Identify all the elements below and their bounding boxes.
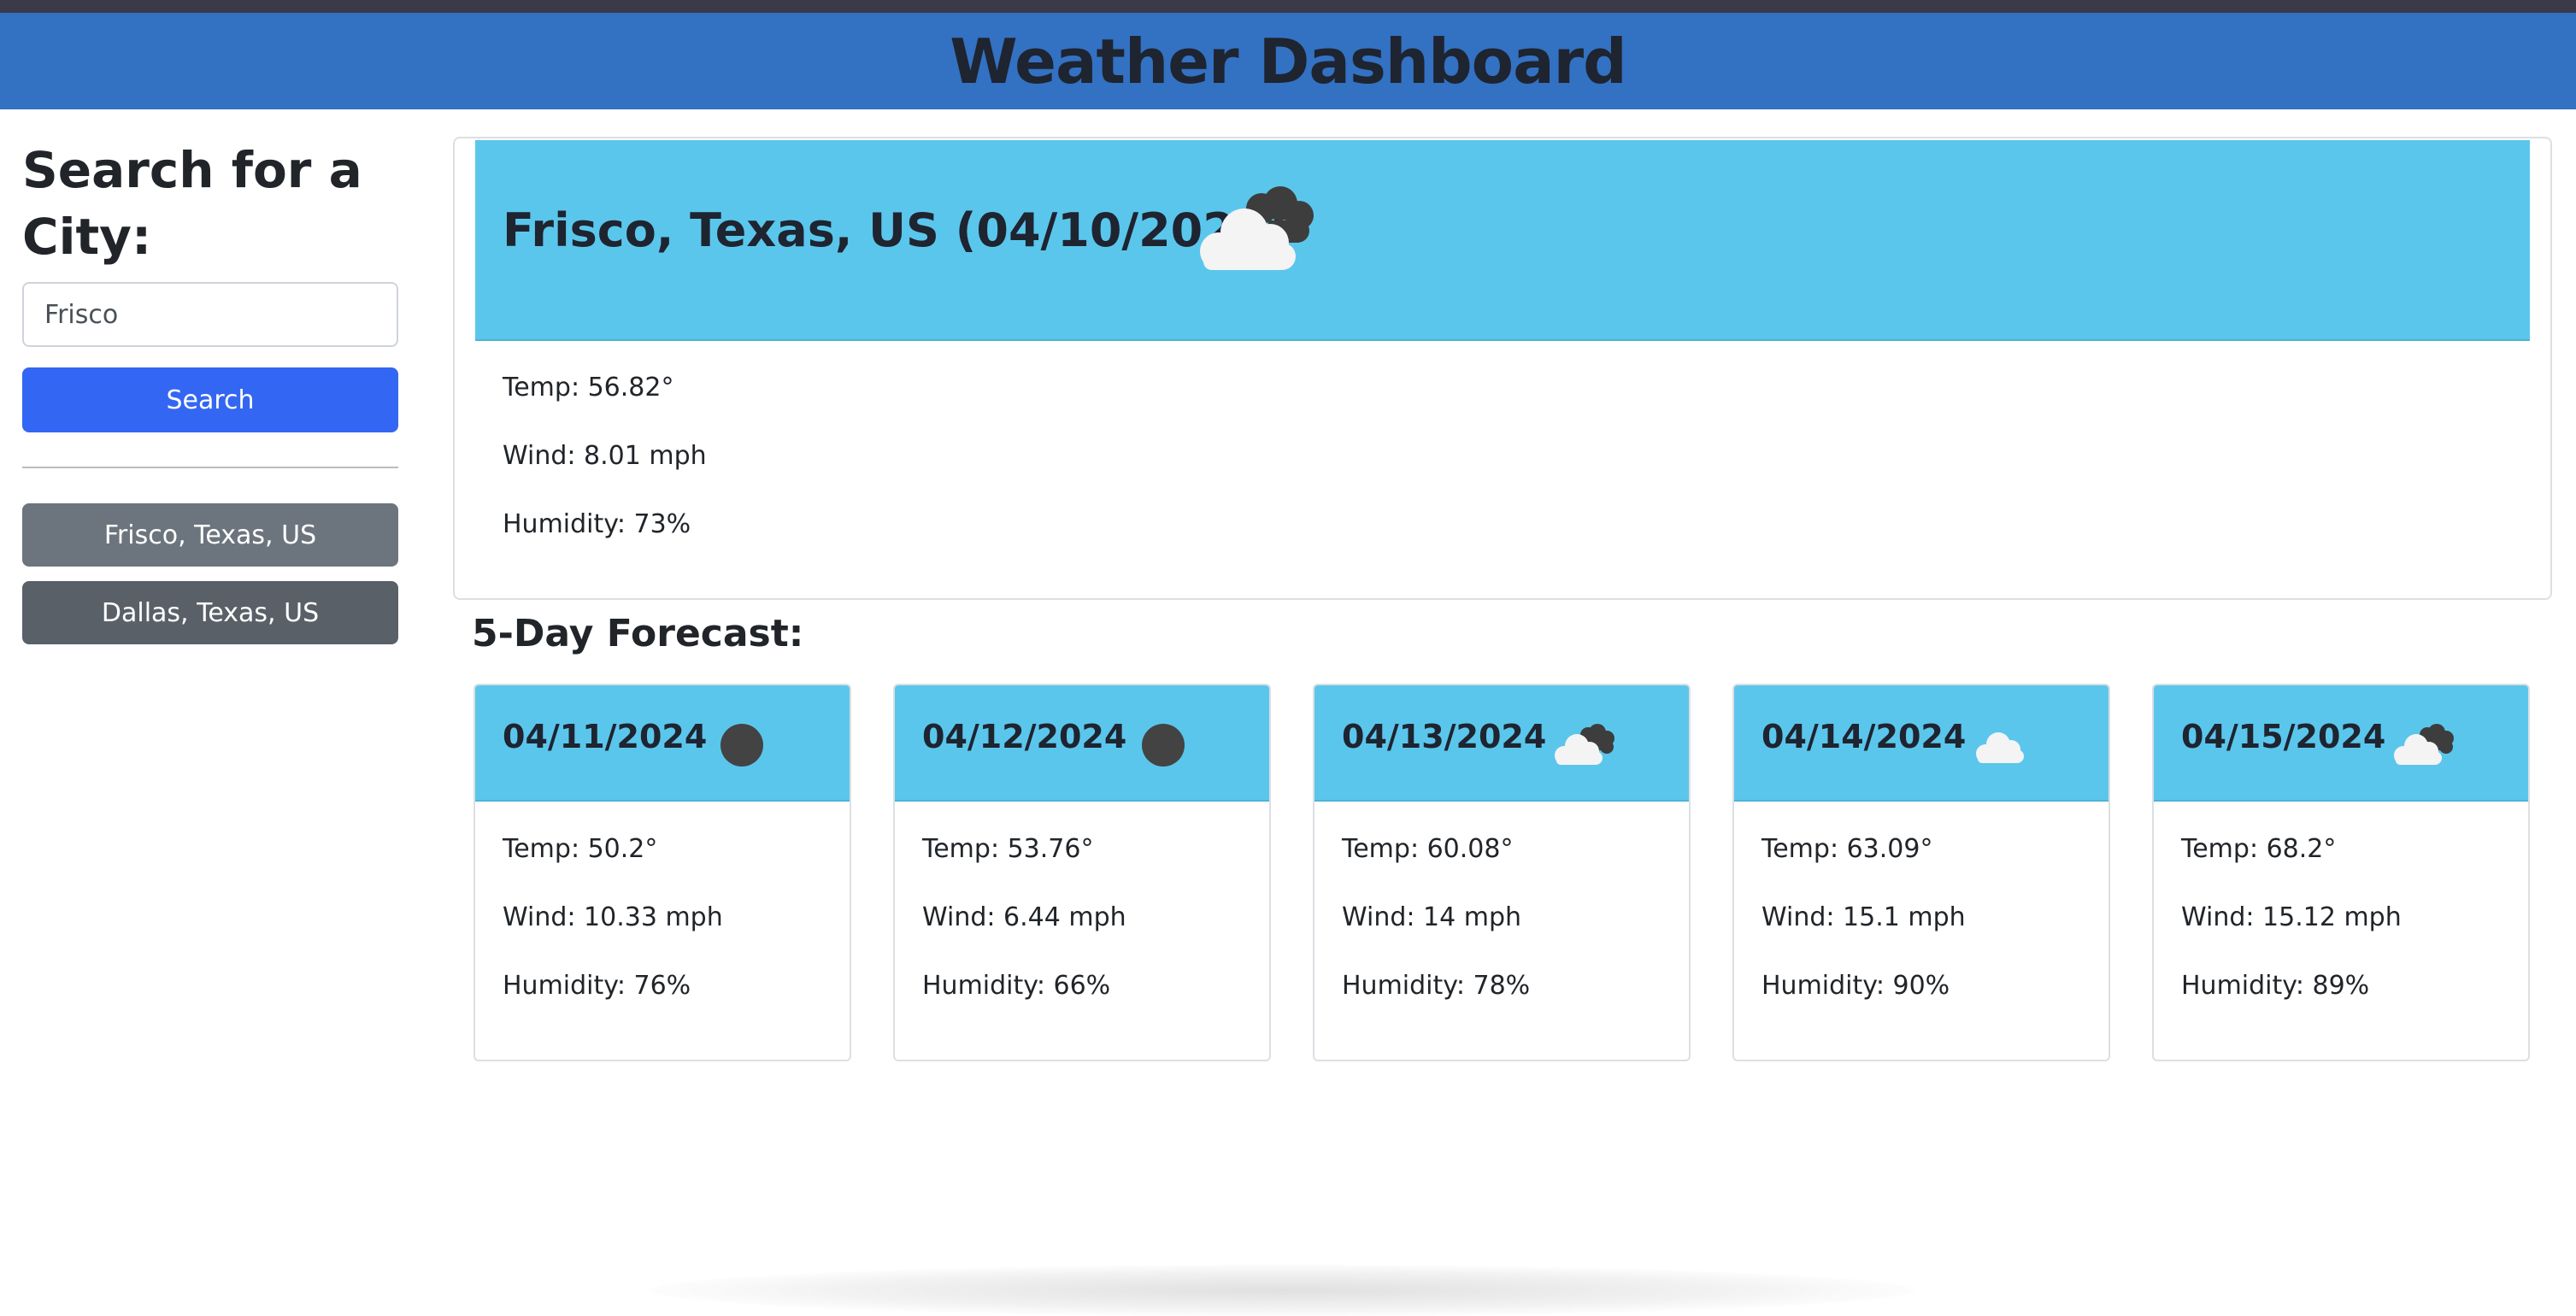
forecast-card: 04/15/2024 Temp: 68.2° Wind: 15.12 mph H… — [2152, 684, 2530, 1061]
search-button[interactable]: Search — [22, 367, 398, 432]
forecast-title: 5-Day Forecast: — [472, 612, 804, 655]
forecast-wind: Wind: 6.44 mph — [922, 902, 1126, 932]
forecast-temp: Temp: 50.2° — [503, 834, 658, 864]
search-heading: Search for a City: — [22, 141, 362, 266]
broken-clouds-icon — [2394, 724, 2454, 765]
current-wind: Wind: 8.01 mph — [503, 441, 707, 471]
dark-circle-icon — [720, 724, 763, 767]
current-weather-card: Frisco, Texas, US (04/10/2024) Temp: 56.… — [453, 137, 2552, 600]
history-button-dallas[interactable]: Dallas, Texas, US — [22, 581, 398, 644]
top-strip — [0, 0, 2576, 13]
forecast-humidity: Humidity: 78% — [1342, 971, 1531, 1001]
forecast-wind: Wind: 15.12 mph — [2181, 902, 2402, 932]
forecast-card-header: 04/14/2024 — [1734, 685, 2108, 802]
forecast-card-header: 04/13/2024 — [1314, 685, 1689, 802]
forecast-card-header: 04/12/2024 — [895, 685, 1269, 802]
forecast-card-header: 04/15/2024 — [2154, 685, 2528, 802]
forecast-card-header: 04/11/2024 — [475, 685, 850, 802]
search-sidebar: Search for a City: Search Frisco, Texas,… — [22, 137, 398, 644]
forecast-card: 04/11/2024 Temp: 50.2° Wind: 10.33 mph H… — [473, 684, 851, 1061]
broken-clouds-icon — [1200, 186, 1314, 270]
current-weather-header: Frisco, Texas, US (04/10/2024) — [475, 140, 2530, 341]
history-button-frisco[interactable]: Frisco, Texas, US — [22, 503, 398, 567]
forecast-temp: Temp: 60.08° — [1342, 834, 1514, 864]
forecast-date: 04/15/2024 — [2181, 718, 2386, 755]
current-temp: Temp: 56.82° — [503, 373, 674, 402]
forecast-card: 04/12/2024 Temp: 53.76° Wind: 6.44 mph H… — [893, 684, 1271, 1061]
forecast-humidity: Humidity: 90% — [1761, 971, 1950, 1001]
forecast-wind: Wind: 10.33 mph — [503, 902, 723, 932]
forecast-humidity: Humidity: 76% — [503, 971, 691, 1001]
forecast-humidity: Humidity: 66% — [922, 971, 1111, 1001]
forecast-temp: Temp: 63.09° — [1761, 834, 1933, 864]
dark-circle-icon — [1142, 724, 1185, 767]
city-search-input[interactable] — [22, 282, 398, 347]
forecast-wind: Wind: 14 mph — [1342, 902, 1522, 932]
cloud-icon — [1976, 732, 2024, 763]
forecast-temp: Temp: 53.76° — [922, 834, 1094, 864]
forecast-wind: Wind: 15.1 mph — [1761, 902, 1966, 932]
forecast-humidity: Humidity: 89% — [2181, 971, 2370, 1001]
current-humidity: Humidity: 73% — [503, 509, 691, 539]
forecast-temp: Temp: 68.2° — [2181, 834, 2337, 864]
forecast-date: 04/14/2024 — [1761, 718, 1967, 755]
forecast-card: 04/14/2024 Temp: 63.09° Wind: 15.1 mph H… — [1732, 684, 2110, 1061]
forecast-date: 04/11/2024 — [503, 718, 708, 755]
current-city-title: Frisco, Texas, US (04/10/2024) — [503, 203, 1289, 257]
app-header: Weather Dashboard — [0, 13, 2576, 109]
broken-clouds-icon — [1555, 724, 1614, 765]
bottom-shadow — [650, 1265, 1914, 1316]
forecast-card: 04/13/2024 Temp: 60.08° Wind: 14 mph Hum… — [1313, 684, 1691, 1061]
page-title: Weather Dashboard — [950, 25, 1626, 97]
sidebar-divider — [22, 467, 398, 468]
forecast-date: 04/13/2024 — [1342, 718, 1547, 755]
forecast-date: 04/12/2024 — [922, 718, 1127, 755]
